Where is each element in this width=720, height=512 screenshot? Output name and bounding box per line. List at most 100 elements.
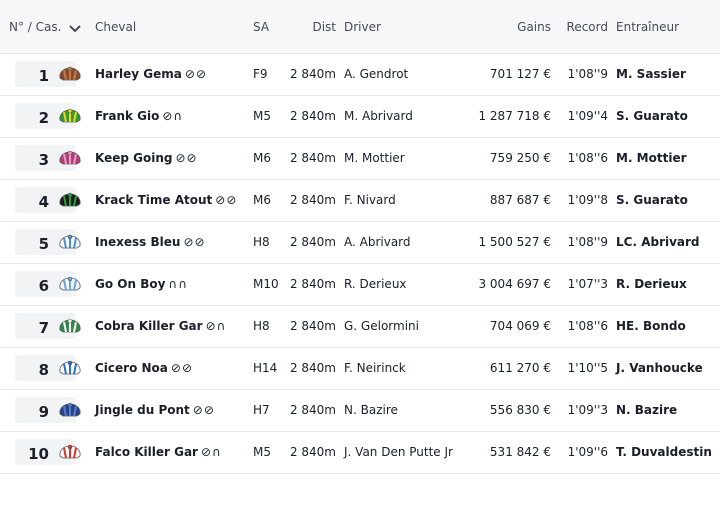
runner-number: 4	[38, 193, 49, 211]
runner-number-box: 2	[15, 103, 81, 129]
driver-name[interactable]: R. Derieux	[344, 277, 407, 291]
sa-header[interactable]: SA	[253, 20, 269, 34]
table-row[interactable]: 7 Cobra Killer Gar ⊘∩ H8 2 840m G. Gelorm…	[0, 305, 720, 348]
horseshoe-icon: ⊘⊘	[192, 403, 215, 417]
table-row[interactable]: 4 Krack Time Atout ⊘⊘ M6 2 840m F. Nivard…	[0, 179, 720, 222]
record-value: 1'10''5	[567, 361, 608, 375]
table-row[interactable]: 5 Inexess Bleu ⊘⊘ H8 2 840m A. Abrivard 1…	[0, 221, 720, 264]
horse-name-cell[interactable]: Frank Gio ⊘∩	[95, 109, 183, 123]
gains-value: 531 842 €	[489, 445, 551, 459]
record-value: 1'08''6	[567, 151, 608, 165]
driver-name[interactable]: M. Mottier	[344, 151, 405, 165]
runner-number-box: 9	[15, 397, 81, 423]
jockey-silk-white-blue-icon	[59, 360, 81, 375]
gains-value: 1 287 718 €	[478, 109, 551, 123]
distance: 2 840m	[289, 193, 336, 207]
table-row[interactable]: 6 Go On Boy ∩∩ M10 2 840m R. Derieux 3 00…	[0, 263, 720, 306]
runner-number: 6	[38, 277, 49, 295]
sex-age: H14	[253, 361, 278, 375]
trainer-name[interactable]: LC. Abrivard	[616, 235, 700, 249]
horse-name[interactable]: Harley Gema	[95, 67, 182, 81]
distance: 2 840m	[289, 235, 336, 249]
cheval-header[interactable]: Cheval	[95, 20, 136, 34]
horse-name-cell[interactable]: Cobra Killer Gar ⊘∩	[95, 319, 226, 333]
horse-name-cell[interactable]: Krack Time Atout ⊘⊘	[95, 193, 237, 207]
driver-name[interactable]: F. Neirinck	[344, 361, 406, 375]
trainer-name[interactable]: S. Guarato	[616, 109, 688, 123]
table-row[interactable]: 8 Cicero Noa ⊘⊘ H14 2 840m F. Neirinck 61…	[0, 347, 720, 390]
horse-name[interactable]: Go On Boy	[95, 277, 165, 291]
driver-name[interactable]: M. Abrivard	[344, 109, 413, 123]
trainer-name[interactable]: R. Derieux	[616, 277, 687, 291]
table-row[interactable]: 1 Harley Gema ⊘⊘ F9 2 840m A. Gendrot 701…	[0, 53, 720, 96]
horse-name-cell[interactable]: Jingle du Pont ⊘⊘	[95, 403, 215, 417]
gains-header[interactable]: Gains	[455, 20, 551, 34]
horse-name-cell[interactable]: Keep Going ⊘⊘	[95, 151, 198, 165]
jockey-silk-blue-white-stripes-icon	[59, 234, 81, 249]
table-row[interactable]: 9 Jingle du Pont ⊘⊘ H7 2 840m N. Bazire 5…	[0, 389, 720, 432]
runner-number: 2	[38, 109, 49, 127]
horse-name-cell[interactable]: Cicero Noa ⊘⊘	[95, 361, 193, 375]
record-value: 1'07''3	[567, 277, 608, 291]
distance: 2 840m	[289, 277, 336, 291]
driver-name[interactable]: A. Abrivard	[344, 235, 411, 249]
table-row[interactable]: 10 Falco Killer Gar ⊘∩ M5 2 840m J. Van D…	[0, 431, 720, 474]
sex-age: M10	[253, 277, 279, 291]
horse-name-cell[interactable]: Inexess Bleu ⊘⊘	[95, 235, 206, 249]
driver-header[interactable]: Driver	[344, 20, 381, 34]
trainer-name[interactable]: S. Guarato	[616, 193, 688, 207]
driver-name[interactable]: F. Nivard	[344, 193, 396, 207]
distance: 2 840m	[289, 319, 336, 333]
horse-name-cell[interactable]: Harley Gema ⊘⊘	[95, 67, 207, 81]
horse-name[interactable]: Cicero Noa	[95, 361, 168, 375]
horse-name[interactable]: Krack Time Atout	[95, 193, 212, 207]
jockey-silk-brown-icon	[59, 66, 81, 81]
horse-name[interactable]: Cobra Killer Gar	[95, 319, 203, 333]
runner-number: 10	[28, 445, 49, 463]
trainer-name[interactable]: M. Sassier	[616, 67, 686, 81]
gains-value: 887 687 €	[489, 193, 551, 207]
driver-name[interactable]: A. Gendrot	[344, 67, 408, 81]
trainer-name[interactable]: J. Vanhoucke	[616, 361, 703, 375]
horse-name[interactable]: Frank Gio	[95, 109, 159, 123]
horse-name[interactable]: Keep Going	[95, 151, 172, 165]
dist-header[interactable]: Dist	[276, 20, 336, 34]
sex-age: H8	[253, 235, 270, 249]
driver-name[interactable]: J. Van Den Putte Jr	[344, 445, 453, 459]
trainer-name[interactable]: M. Mottier	[616, 151, 687, 165]
table-row[interactable]: 3 Keep Going ⊘⊘ M6 2 840m M. Mottier 759 …	[0, 137, 720, 180]
distance: 2 840m	[289, 109, 336, 123]
horse-name[interactable]: Inexess Bleu	[95, 235, 180, 249]
table-row[interactable]: 2 Frank Gio ⊘∩ M5 2 840m M. Abrivard 1 28…	[0, 95, 720, 138]
runner-number: 8	[38, 361, 49, 379]
record-value: 1'09''4	[567, 109, 608, 123]
horse-name[interactable]: Falco Killer Gar	[95, 445, 198, 459]
runner-number-box: 7	[15, 313, 81, 339]
jockey-silk-white-blue-dots-icon	[59, 276, 81, 291]
horseshoe-icon: ⊘∩	[200, 445, 222, 459]
horse-name-cell[interactable]: Go On Boy ∩∩	[95, 277, 188, 291]
runner-number-box: 6	[15, 271, 81, 297]
horse-name-cell[interactable]: Falco Killer Gar ⊘∩	[95, 445, 222, 459]
record-header[interactable]: Record	[560, 20, 608, 34]
trainer-name[interactable]: N. Bazire	[616, 403, 677, 417]
trainer-name[interactable]: T. Duvaldestin	[616, 445, 712, 459]
runner-number: 5	[38, 235, 49, 253]
partants-table: N° / Cas. Cheval SA Dist Driver Gains Re…	[0, 0, 720, 512]
entraineur-header[interactable]: Entraîneur	[616, 20, 679, 34]
horse-name[interactable]: Jingle du Pont	[95, 403, 190, 417]
table-header: N° / Cas. Cheval SA Dist Driver Gains Re…	[0, 0, 720, 54]
chevron-down-icon	[69, 25, 82, 33]
runner-number-box: 10	[15, 439, 81, 465]
sort-num-cas-header[interactable]: N° / Cas.	[9, 20, 82, 34]
runner-number: 1	[38, 67, 49, 85]
horseshoe-icon: ⊘⊘	[183, 235, 206, 249]
runner-number-box: 3	[15, 145, 81, 171]
sex-age: M6	[253, 193, 271, 207]
driver-name[interactable]: G. Gelormini	[344, 319, 419, 333]
runner-number-box: 5	[15, 229, 81, 255]
driver-name[interactable]: N. Bazire	[344, 403, 398, 417]
horseshoe-icon: ⊘⊘	[215, 193, 238, 207]
trainer-name[interactable]: HE. Bondo	[616, 319, 686, 333]
record-value: 1'08''9	[567, 235, 608, 249]
